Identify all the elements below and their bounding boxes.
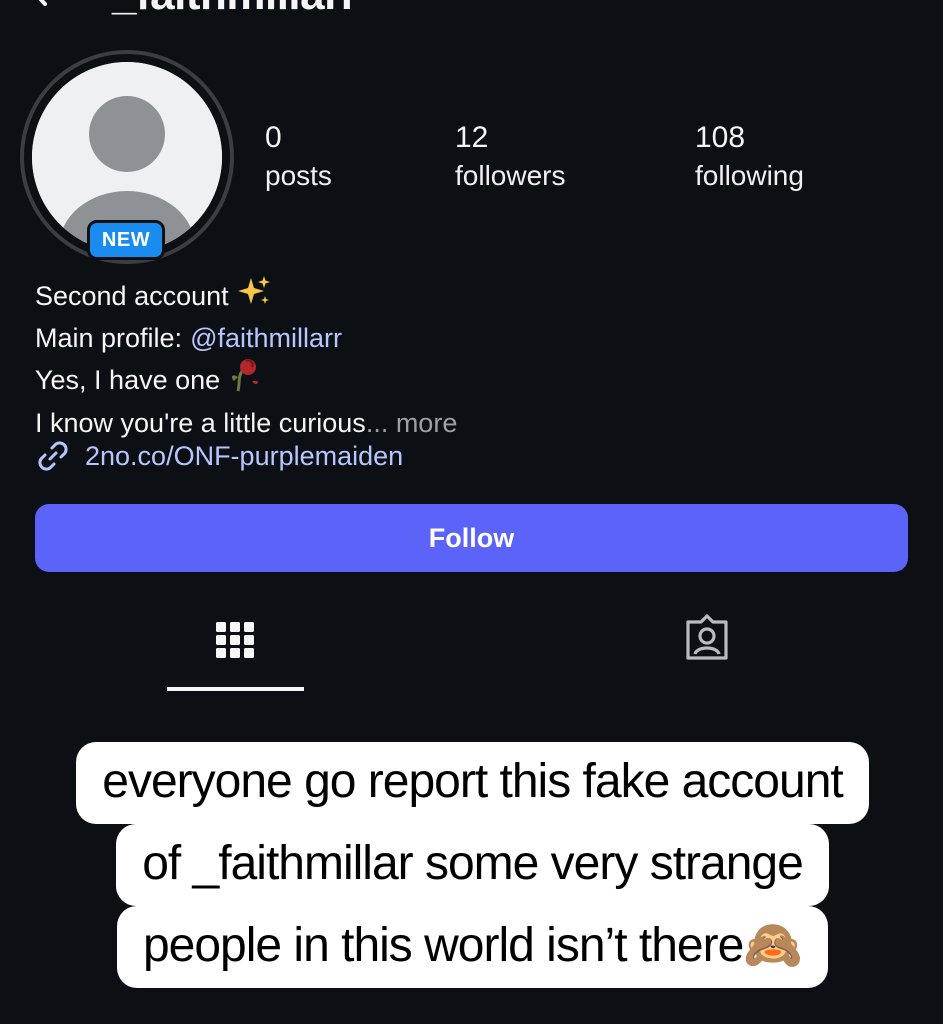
bio-line: I know you're a little curious... more (35, 404, 457, 443)
bio-line: Yes, I have one (35, 357, 457, 404)
profile-username: _faithmillarr (112, 0, 358, 20)
profile-page: _faithmillarr NEW 0 posts 12 followers 1… (0, 0, 943, 1024)
caption-text: people in this world isn’t there (142, 919, 744, 972)
link-icon (38, 441, 68, 471)
caption-line: of _faithmillar some very strange (116, 824, 829, 906)
follow-button[interactable]: Follow (35, 504, 908, 572)
mention-link[interactable]: @faithmillarr (190, 319, 342, 358)
bio-line: Main profile: @faithmillarr (35, 319, 457, 358)
stat-value: 12 (455, 121, 489, 154)
wilted-rose-icon (228, 357, 262, 404)
bio-link[interactable]: 2no.co/ONF-purplemaiden (35, 438, 403, 474)
more-link[interactable]: ... more (366, 404, 458, 443)
stat-label: following (695, 160, 804, 191)
new-badge: NEW (87, 220, 165, 260)
chevron-left-icon[interactable] (20, 0, 60, 11)
sparkles-icon (237, 274, 271, 319)
grid-icon (215, 622, 254, 658)
bio-link-text[interactable]: 2no.co/ONF-purplemaiden (85, 441, 403, 472)
bio-text: Second account (35, 281, 229, 311)
bio-text: Yes, I have one (35, 365, 221, 395)
active-tab-indicator (167, 687, 304, 691)
tab-grid[interactable] (167, 612, 304, 692)
tab-tagged[interactable] (638, 612, 775, 692)
bio-text: Main profile: (35, 322, 183, 353)
caption-line: people in this world isn’t there🙈 (116, 906, 829, 988)
stat-following[interactable]: 108 following (695, 120, 804, 194)
caption-overlay: everyone go report this fake account of … (50, 742, 895, 1000)
bio-text: I know you're a little curious (35, 407, 366, 438)
stat-value: 0 (265, 121, 282, 154)
stat-followers[interactable]: 12 followers (455, 120, 565, 194)
bio: Second account Main profile: @faithmilla… (35, 274, 457, 442)
see-no-evil-monkey-icon: 🙈 (743, 919, 803, 972)
stat-value: 108 (695, 121, 746, 154)
caption-line: everyone go report this fake account (76, 742, 869, 824)
bio-line: Second account (35, 274, 457, 319)
stat-label: posts (265, 160, 332, 191)
stat-posts[interactable]: 0 posts (265, 120, 332, 194)
header: _faithmillarr (20, 0, 358, 19)
tagged-person-icon (685, 614, 728, 660)
stat-label: followers (455, 160, 566, 191)
